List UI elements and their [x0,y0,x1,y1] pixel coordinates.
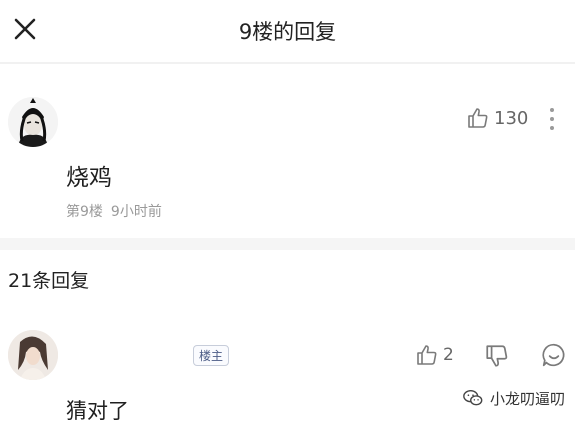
girl-avatar-icon [8,330,58,380]
watermark-text: 小龙叨逼叨 [490,389,566,408]
replies-count-heading: 21条回复 [8,270,90,292]
watermark: 小龙叨逼叨 [462,387,565,409]
comment-meta: 第9楼 9小时前 [66,201,162,221]
section-divider [0,238,575,250]
thumbs-up-icon [417,345,437,365]
header-divider [0,62,575,64]
like-button[interactable]: 130 [466,106,528,130]
comment-text: 烧鸡 [66,165,112,191]
smiley-bubble-icon [542,343,565,367]
warrior-avatar-icon [8,97,58,147]
thumbs-down-icon [486,345,508,367]
reply-text: 猜对了 [66,399,129,423]
dislike-button[interactable] [484,343,510,369]
floor-label: 第9楼 [66,204,103,220]
avatar[interactable] [8,97,58,147]
op-badge: 楼主 [193,345,230,366]
reply-like-count: 2 [443,345,454,365]
more-vertical-icon [550,108,554,130]
wechat-icon [463,389,483,406]
reply-like-button[interactable]: 2 [415,343,454,367]
more-options-button[interactable] [545,104,559,134]
reply-avatar[interactable] [8,330,58,380]
like-count: 130 [494,107,529,129]
thumbs-up-icon [468,108,488,128]
reply-comment-button[interactable] [541,342,567,368]
page-title: 9楼的回复 [238,20,337,44]
timestamp: 9小时前 [110,204,162,220]
